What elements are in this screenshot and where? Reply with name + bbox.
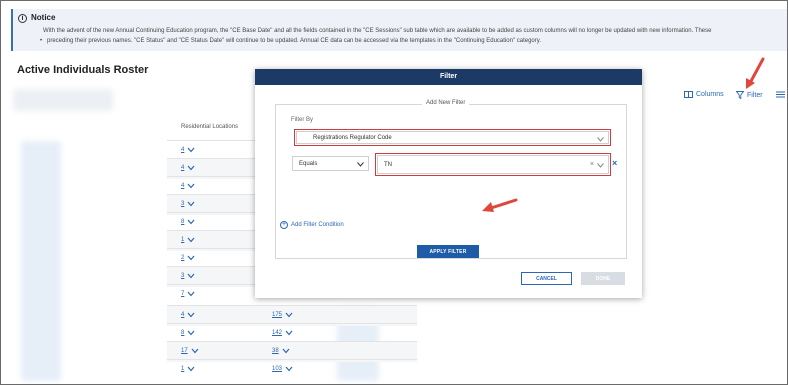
row-link[interactable]: 4 <box>181 183 195 189</box>
section-legend: Add New Filter <box>422 100 470 106</box>
chevron-down-icon <box>187 219 195 225</box>
columns-button[interactable]: Columns <box>684 91 724 98</box>
chevron-down-icon <box>187 165 195 171</box>
filter-dialog: Filter Add New Filter Filter By Registra… <box>255 69 642 298</box>
notice-line-2: preceding their previous names. "CE Stat… <box>47 38 541 44</box>
chevron-down-icon <box>187 330 195 336</box>
filter-by-label: Filter By <box>291 117 314 123</box>
blurred-content <box>13 89 113 111</box>
highlight-value <box>375 153 611 176</box>
chevron-down-icon <box>187 312 195 318</box>
chevron-down-icon <box>285 366 293 372</box>
chevron-down-icon <box>187 273 195 279</box>
chevron-down-icon <box>282 348 290 354</box>
row-link[interactable]: 1 <box>181 366 195 372</box>
chevron-down-icon <box>285 312 293 318</box>
add-new-filter-section: Add New Filter Filter By Registrations R… <box>275 100 627 259</box>
chevron-down-icon <box>187 183 195 189</box>
columns-label: Columns <box>696 91 724 98</box>
chevron-down-icon <box>187 291 195 297</box>
chevron-down-icon <box>285 330 293 336</box>
done-button[interactable]: DONE <box>581 272 625 285</box>
column-header-residential-locations: Residential Locations <box>181 124 239 130</box>
app-window: i Notice With the advent of the new Annu… <box>0 0 788 385</box>
chevron-down-icon <box>191 348 199 354</box>
row-link[interactable]: 8 <box>181 219 195 225</box>
row-link[interactable]: 4 <box>181 165 195 171</box>
row-link-secondary[interactable]: 175 <box>272 312 293 318</box>
row-link[interactable]: 17 <box>181 348 199 354</box>
row-link[interactable]: 3 <box>181 273 195 279</box>
filter-icon <box>736 91 744 99</box>
row-link-secondary[interactable]: 38 <box>272 348 290 354</box>
columns-icon <box>684 91 693 98</box>
annotation-arrow-apply <box>482 198 518 212</box>
row-link[interactable]: 4 <box>181 312 195 318</box>
row-link-secondary[interactable]: 142 <box>272 330 293 336</box>
plus-icon: + <box>280 221 288 229</box>
dialog-title: Filter <box>255 69 642 85</box>
bullet-icon: • <box>40 38 43 44</box>
notice-line-1: With the advent of the new Annual Contin… <box>43 28 712 34</box>
more-options-icon[interactable] <box>776 91 785 98</box>
chevron-down-icon <box>187 147 195 153</box>
row-link[interactable]: 1 <box>181 237 195 243</box>
remove-condition-icon[interactable]: × <box>612 158 617 168</box>
table-row: 1 103 <box>167 359 417 380</box>
highlight-filter-by <box>294 129 611 146</box>
chevron-down-icon <box>187 255 195 261</box>
page-title: Active Individuals Roster <box>17 64 149 76</box>
notice-body: With the advent of the new Annual Contin… <box>40 26 712 46</box>
operator-value: Equals <box>299 161 318 167</box>
filter-button[interactable]: Filter <box>736 91 763 99</box>
row-link[interactable]: 8 <box>181 330 195 336</box>
row-link[interactable]: 2 <box>181 255 195 261</box>
row-link[interactable]: 3 <box>181 201 195 207</box>
filter-label: Filter <box>747 91 763 99</box>
chevron-down-icon <box>187 237 195 243</box>
cancel-button[interactable]: CANCEL <box>521 272 572 285</box>
notice-banner: i Notice With the advent of the new Annu… <box>11 9 787 51</box>
notice-title: Notice <box>31 13 56 22</box>
chevron-down-icon <box>187 366 195 372</box>
chevron-down-icon <box>187 201 195 207</box>
blurred-content <box>21 141 61 381</box>
apply-filter-button[interactable]: APPLY FILTER <box>417 245 479 258</box>
operator-select[interactable]: Equals <box>292 156 369 171</box>
row-link[interactable]: 4 <box>181 147 195 153</box>
row-link-secondary[interactable]: 103 <box>272 366 293 372</box>
add-filter-condition-label: Add Filter Condition <box>291 222 344 228</box>
row-link[interactable]: 7 <box>181 291 195 297</box>
chevron-down-icon <box>357 162 364 167</box>
info-icon: i <box>18 14 27 23</box>
annotation-arrow-filter <box>746 57 765 89</box>
add-filter-condition-button[interactable]: + Add Filter Condition <box>280 221 344 229</box>
